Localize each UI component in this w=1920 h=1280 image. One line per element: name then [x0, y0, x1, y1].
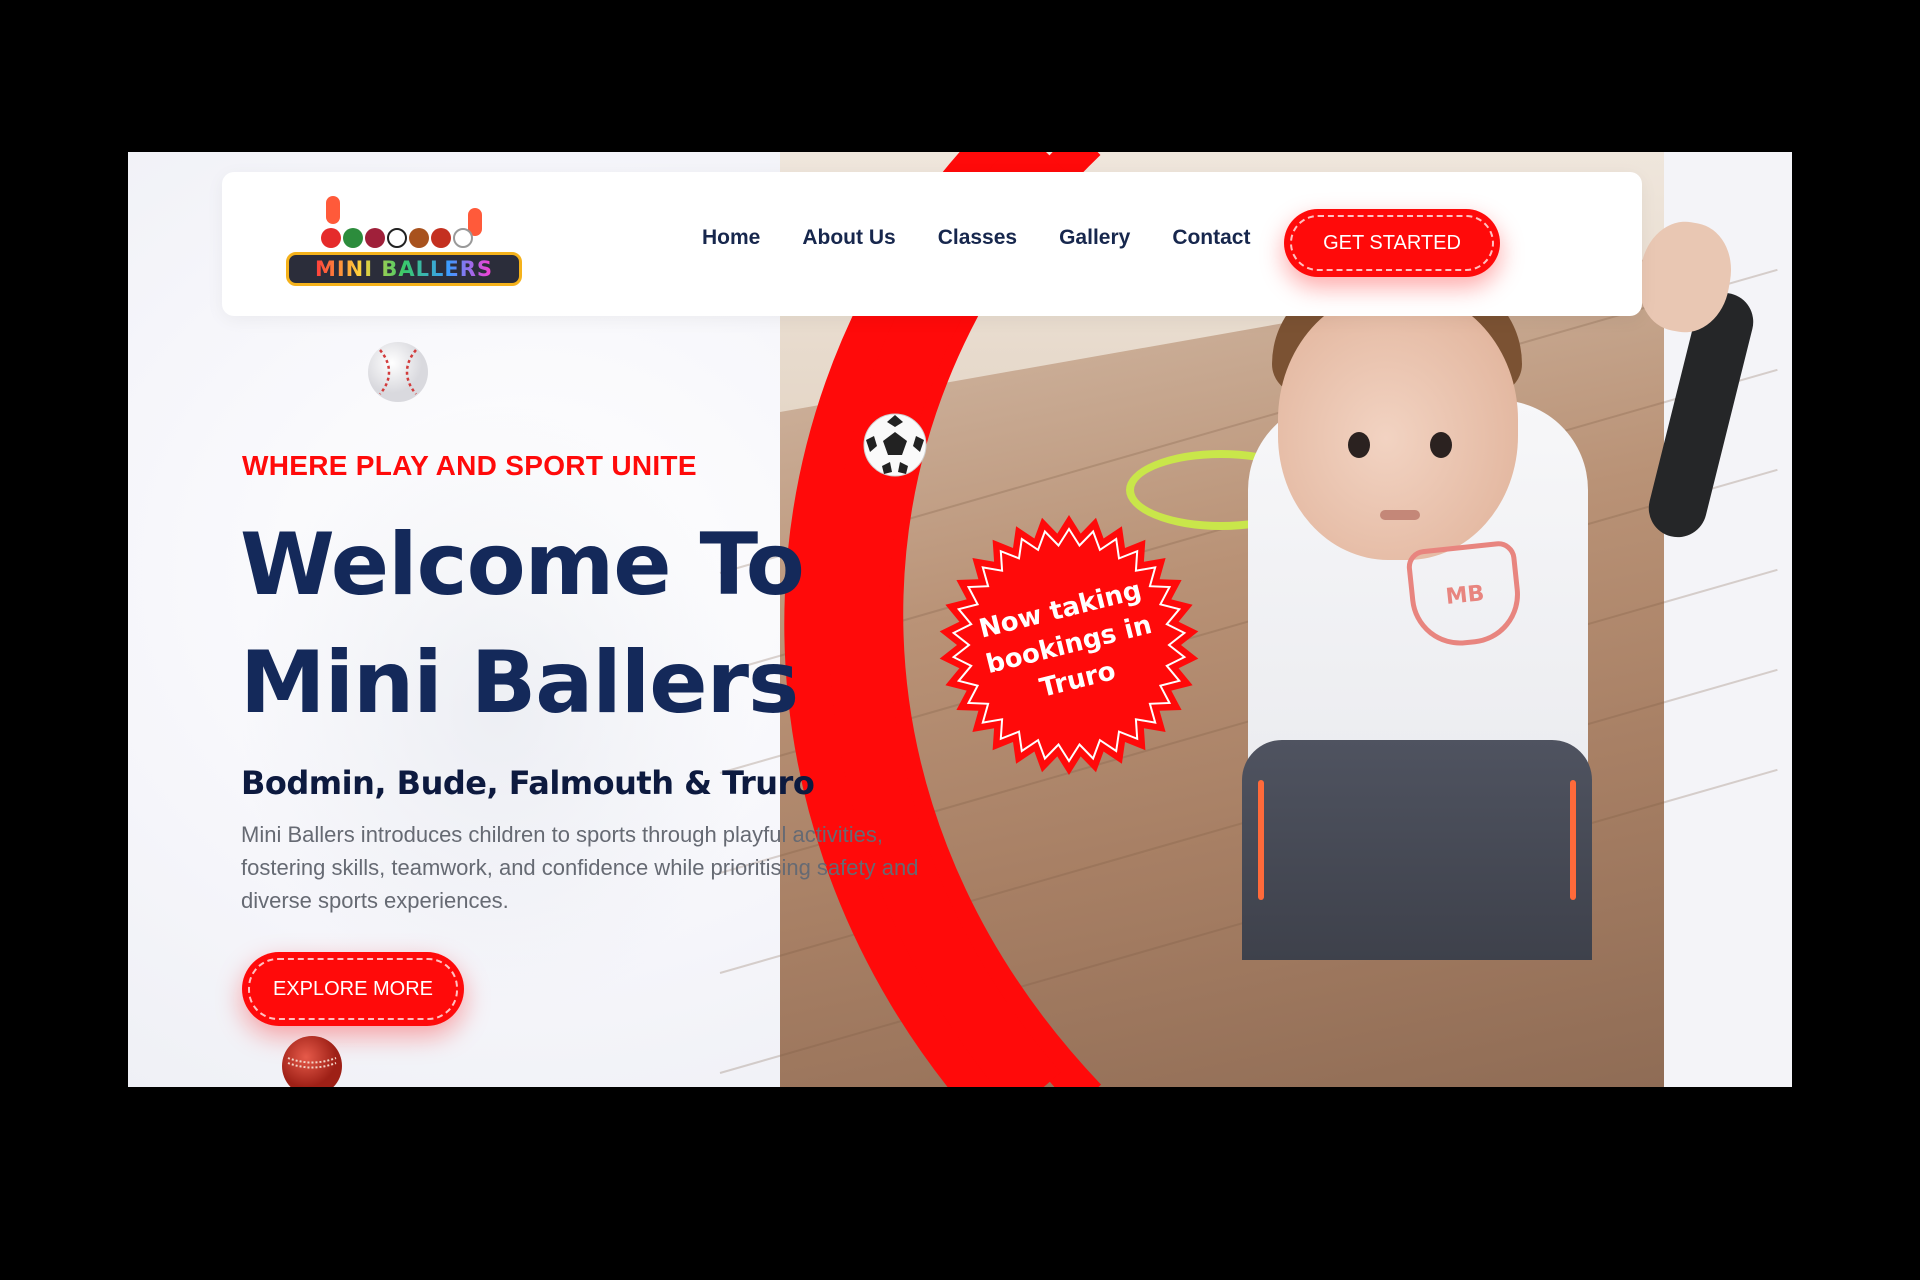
main-nav: Home About Us Classes Gallery Contact [702, 226, 1250, 250]
logo-text: MINI BALLERS [314, 257, 494, 281]
explore-more-button[interactable]: EXPLORE MORE [242, 952, 464, 1026]
get-started-button[interactable]: GET STARTED [1284, 209, 1500, 277]
nav-home[interactable]: Home [702, 226, 760, 250]
hero-title-line1: Welcome To [240, 515, 805, 615]
hero-locations: Bodmin, Bude, Falmouth & Truro [241, 764, 815, 802]
nav-about-us[interactable]: About Us [802, 226, 895, 250]
nav-classes[interactable]: Classes [938, 226, 1017, 250]
hero-title: Welcome To Mini Ballers [240, 506, 880, 742]
hero-title-line2: Mini Ballers [240, 633, 799, 733]
hero-tagline: WHERE PLAY AND SPORT UNITE [242, 450, 697, 481]
football-icon [863, 413, 927, 477]
hero-description: Mini Ballers introduces children to spor… [241, 822, 919, 913]
bookings-badge: Now taking bookings in Truro [938, 514, 1200, 776]
nav-contact[interactable]: Contact [1172, 226, 1250, 250]
nav-gallery[interactable]: Gallery [1059, 226, 1130, 250]
site-logo[interactable]: MINI BALLERS [286, 192, 522, 296]
baseball-icon [368, 342, 428, 402]
